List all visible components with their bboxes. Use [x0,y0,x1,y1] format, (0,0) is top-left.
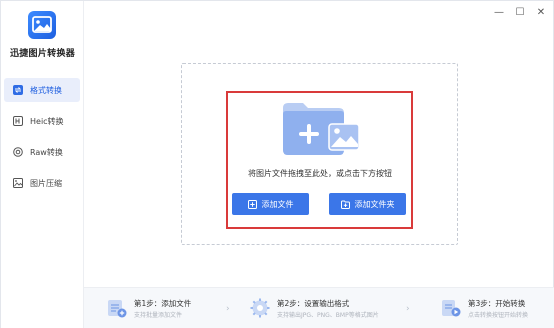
maximize-button[interactable]: ☐ [513,5,527,19]
raw-icon [13,147,23,157]
step-desc: 点击转换按钮开始转换 [468,312,529,319]
gear-icon [249,297,271,319]
add-folder-button[interactable]: 添加文件夹 [329,193,406,215]
add-folder-icon [340,200,350,209]
sidebar-item-label: 图片压缩 [30,178,62,188]
sidebar-item-label: Heic转换 [30,116,64,126]
add-folder-label: 添加文件夹 [354,199,395,209]
minimize-button[interactable]: — [492,5,506,19]
chevron-right-icon: › [226,304,230,314]
folder-image-icon [281,100,363,158]
sidebar: 迅捷图片转换器 格式转换 Heic转换 Raw转换 图片压缩 [1,1,84,328]
drop-instruction: 将图片文件拖拽至此处，或点击下方按钮 [248,169,392,178]
image-compress-icon [13,178,23,188]
sidebar-item-heic[interactable]: Heic转换 [4,109,80,133]
sidebar-nav: 格式转换 Heic转换 Raw转换 图片压缩 [4,78,80,202]
step-desc: 支持输出JPG、PNG、BMP等格式图片 [277,312,379,319]
add-file-label: 添加文件 [261,199,294,209]
close-button[interactable]: ✕ [534,5,548,19]
add-file-step-icon [106,297,128,319]
heic-icon [13,116,23,126]
step-title: 第1步：添加文件 [134,299,192,308]
app-logo-icon [28,11,56,39]
steps-footer: 第1步：添加文件 支持批量添加文件 › 第2步：设置输出格式 支持输出JPG、P… [84,287,554,328]
app-title: 迅捷图片转换器 [9,49,76,59]
sidebar-item-label: 格式转换 [30,85,62,95]
step-title: 第3步：开始转换 [468,299,526,308]
sidebar-item-label: Raw转换 [30,147,63,157]
chevron-right-icon: › [406,304,410,314]
add-file-icon [247,199,257,209]
step-desc: 支持批量添加文件 [134,312,183,319]
sidebar-item-raw[interactable]: Raw转换 [4,140,80,164]
convert-step-icon [440,297,462,319]
step-title: 第2步：设置输出格式 [277,299,350,308]
sidebar-item-image-compress[interactable]: 图片压缩 [4,171,80,195]
format-convert-icon [13,85,23,95]
app-window: 迅捷图片转换器 格式转换 Heic转换 Raw转换 图片压缩 — ☐ ✕ 将图片… [0,0,554,328]
add-file-button[interactable]: 添加文件 [232,193,309,215]
sidebar-item-format-convert[interactable]: 格式转换 [4,78,80,102]
